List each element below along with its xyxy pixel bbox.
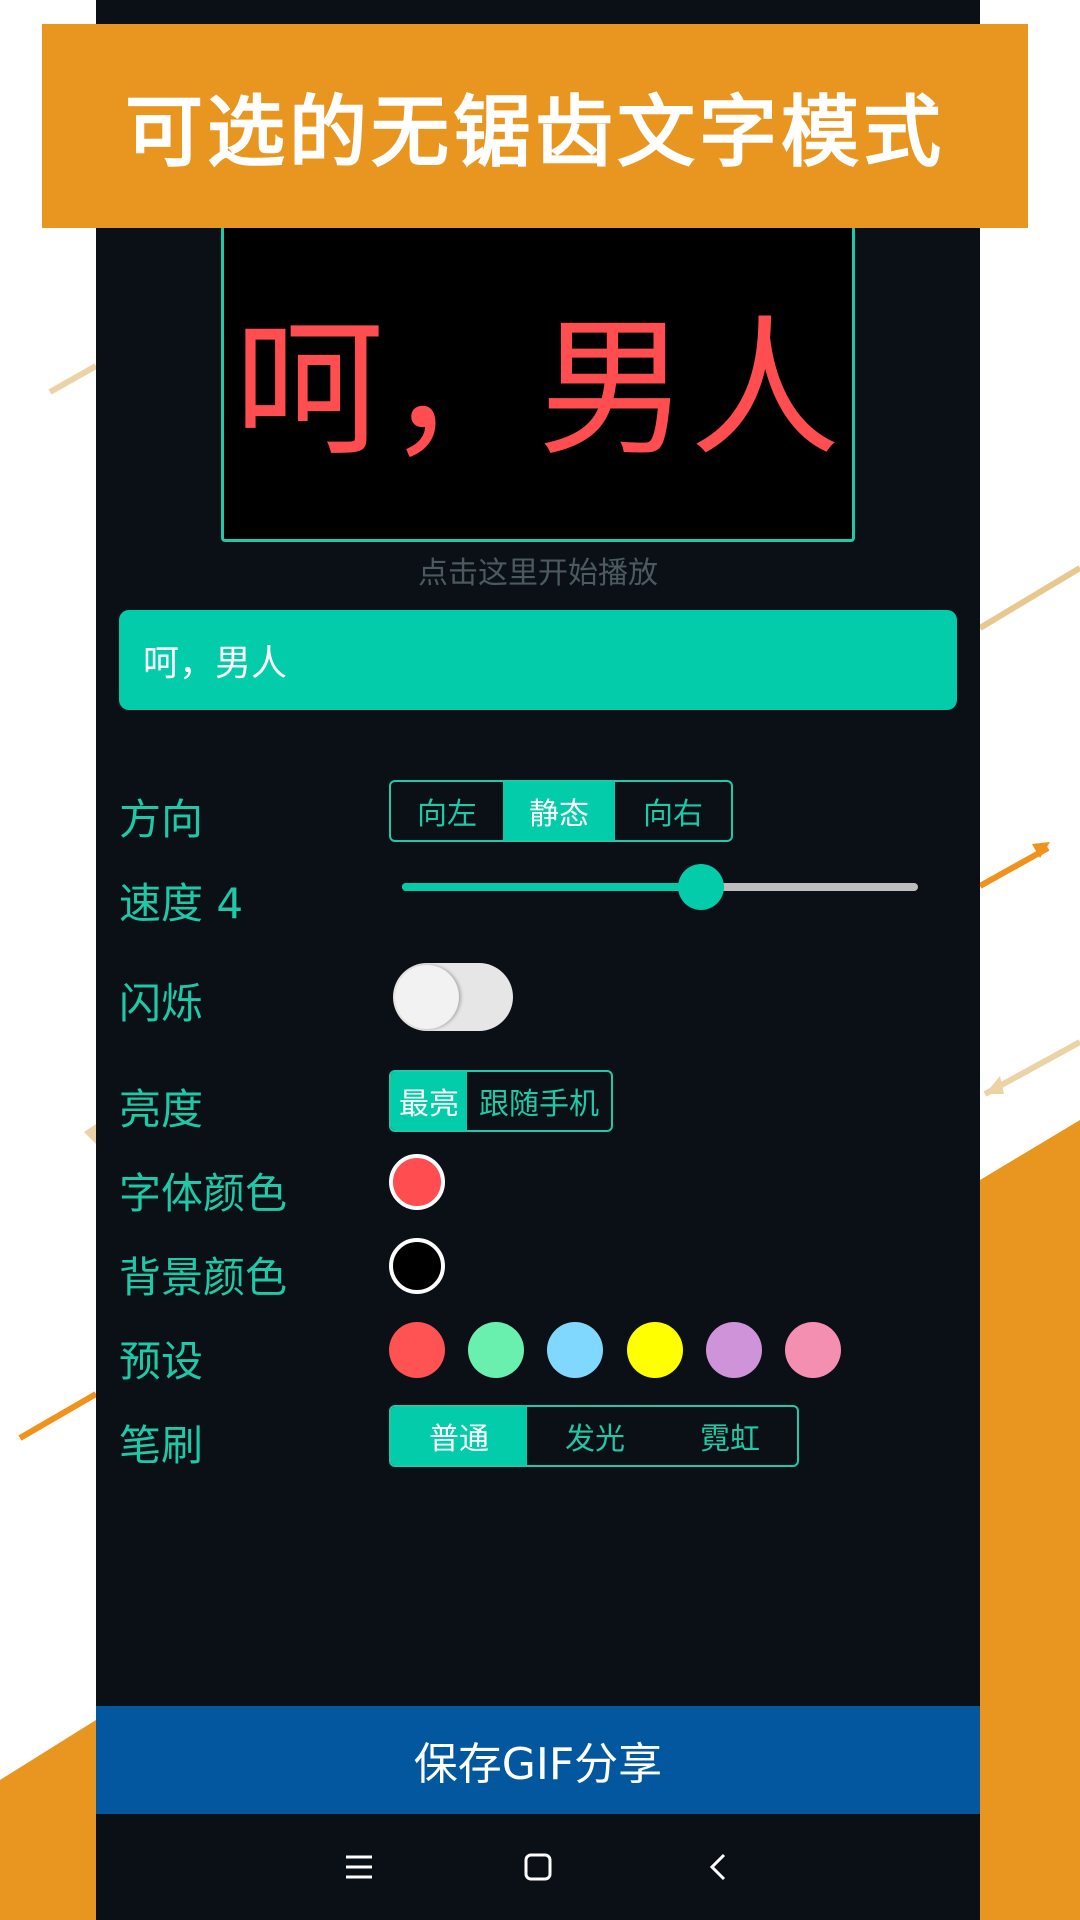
blink-toggle-knob <box>395 965 459 1029</box>
system-nav-bar <box>96 1814 980 1920</box>
led-preview[interactable]: 呵，男人 <box>221 200 855 542</box>
brightness-segmented: 最亮 跟随手机 <box>389 1070 613 1132</box>
preset-color-yellow[interactable] <box>627 1322 683 1378</box>
speed-label: 速度 4 <box>119 879 244 928</box>
brightness-label: 亮度 <box>119 1085 204 1134</box>
phone-screen: 呵，男人 点击这里开始播放 呵，男人 方向 向左 静态 向右 速度 4 闪烁 亮… <box>96 0 980 1920</box>
font-color-swatch[interactable] <box>389 1154 445 1210</box>
direction-segmented: 向左 静态 向右 <box>389 780 733 842</box>
preset-color-green[interactable] <box>468 1322 524 1378</box>
direction-static-button[interactable]: 静态 <box>503 782 615 840</box>
preset-color-purple[interactable] <box>706 1322 762 1378</box>
speed-slider-thumb[interactable] <box>678 864 725 910</box>
menu-icon[interactable] <box>336 1844 382 1890</box>
speed-slider[interactable] <box>402 864 918 910</box>
font-color-label: 字体颜色 <box>119 1169 288 1218</box>
preset-color-blue[interactable] <box>547 1322 603 1378</box>
promo-banner: 可选的无锯齿文字模式 <box>42 24 1028 228</box>
bg-color-swatch[interactable] <box>389 1238 445 1294</box>
brush-normal-button[interactable]: 普通 <box>391 1407 527 1465</box>
blink-toggle[interactable] <box>393 963 513 1031</box>
direction-label: 方向 <box>119 795 204 844</box>
brush-neon-button[interactable]: 霓虹 <box>663 1407 797 1465</box>
bg-color-label: 背景颜色 <box>119 1253 288 1302</box>
direction-left-button[interactable]: 向左 <box>391 782 503 840</box>
brush-glow-button[interactable]: 发光 <box>527 1407 663 1465</box>
banner-title: 可选的无锯齿文字模式 <box>124 88 945 178</box>
brush-label: 笔刷 <box>119 1421 204 1470</box>
home-icon[interactable] <box>515 1844 561 1890</box>
save-gif-share-button[interactable]: 保存GIF分享 <box>96 1706 980 1814</box>
presets-label: 预设 <box>119 1337 204 1386</box>
back-icon[interactable] <box>695 1844 741 1890</box>
preset-color-pink[interactable] <box>785 1322 841 1378</box>
preview-text: 呵，男人 <box>233 302 842 477</box>
speed-slider-fill <box>402 883 702 891</box>
brightness-follow-button[interactable]: 跟随手机 <box>467 1072 611 1130</box>
brightness-max-button[interactable]: 最亮 <box>391 1072 467 1130</box>
direction-right-button[interactable]: 向右 <box>615 782 731 840</box>
preset-color-red[interactable] <box>389 1322 445 1378</box>
blink-label: 闪烁 <box>119 979 204 1028</box>
brush-segmented: 普通 发光 霓虹 <box>389 1405 799 1467</box>
play-hint[interactable]: 点击这里开始播放 <box>96 548 980 592</box>
text-input[interactable]: 呵，男人 <box>119 610 957 710</box>
